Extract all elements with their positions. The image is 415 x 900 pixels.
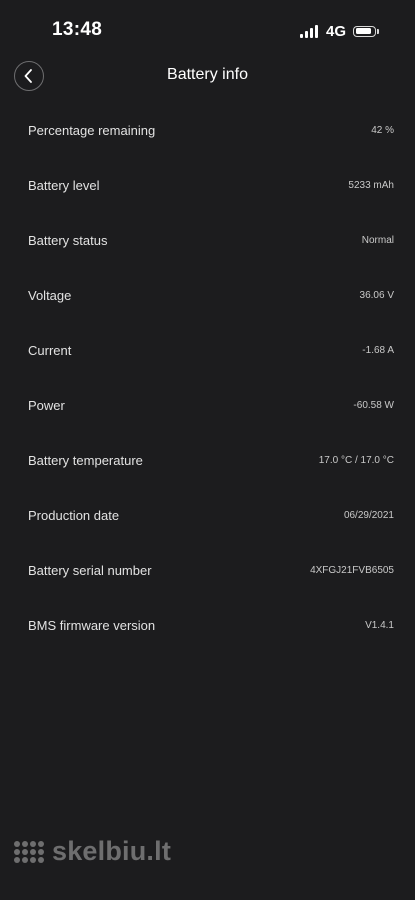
row-value: 17.0 °C / 17.0 °C [318, 455, 394, 466]
row-voltage: Voltage 36.06 V [0, 269, 415, 324]
row-battery-level: Battery level 5233 mAh [0, 159, 415, 214]
row-battery-serial-number: Battery serial number 4XFGJ21FVB6505 [0, 544, 415, 599]
row-value: V1.4.1 [365, 620, 394, 631]
row-value: -1.68 A [362, 345, 394, 356]
row-value: Normal [361, 235, 394, 246]
row-value: 5233 mAh [348, 180, 394, 191]
row-label: Production date [28, 508, 120, 523]
row-battery-status: Battery status Normal [0, 214, 415, 269]
battery-cap [377, 28, 379, 34]
row-value: 42 % [371, 125, 394, 136]
row-label: Battery serial number [28, 563, 152, 578]
row-battery-temperature: Battery temperature 17.0 °C / 17.0 °C [0, 434, 415, 489]
watermark-logo: skelbiu.lt [14, 836, 171, 867]
battery-fill [355, 28, 371, 34]
row-percentage-remaining: Percentage remaining 42 % [0, 104, 415, 159]
status-time: 13:48 [52, 19, 103, 40]
cellular-signal-icon [299, 24, 320, 38]
row-production-date: Production date 06/29/2021 [0, 489, 415, 544]
row-bms-firmware-version: BMS firmware version V1.4.1 [0, 599, 415, 654]
row-value: -60.58 W [353, 400, 394, 411]
logo-dots-icon [14, 840, 44, 863]
battery-info-list: Percentage remaining 42 % Battery level … [0, 104, 415, 654]
row-label: Power [28, 398, 65, 413]
row-label: Current [28, 343, 72, 358]
row-value: 06/29/2021 [343, 510, 394, 521]
navigation-bar: Battery info [0, 58, 415, 94]
network-type: 4G [325, 22, 346, 40]
page-title: Battery info [167, 66, 248, 83]
status-indicators: 4G [299, 22, 379, 40]
row-power: Power -60.58 W [0, 379, 415, 434]
battery-icon [353, 25, 376, 37]
watermark-text: skelbiu.lt [52, 836, 172, 866]
row-value: 4XFGJ21FVB6505 [310, 565, 394, 576]
row-label: BMS firmware version [28, 618, 156, 633]
status-bar: 13:48 4G [0, 0, 415, 58]
row-label: Voltage [28, 288, 72, 303]
row-label: Battery level [28, 178, 100, 193]
row-label: Percentage remaining [28, 123, 156, 138]
row-current: Current -1.68 A [0, 324, 415, 379]
row-label: Battery temperature [28, 453, 143, 468]
row-label: Battery status [28, 233, 108, 248]
row-value: 36.06 V [359, 290, 394, 301]
